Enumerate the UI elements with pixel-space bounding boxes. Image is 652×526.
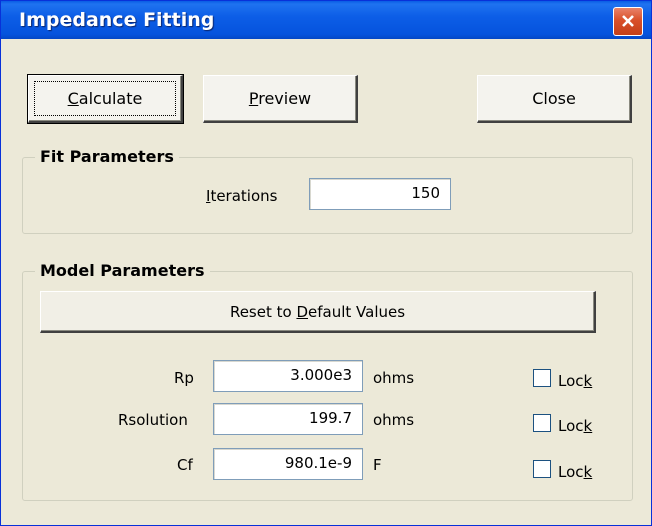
rsolution-label: Rsolution (118, 411, 188, 429)
cf-field[interactable]: 980.1e-9 (213, 448, 363, 480)
window-title: Impedance Fitting (19, 9, 215, 31)
fit-parameters-title: Fit Parameters (35, 147, 179, 166)
cf-label: Cf (177, 456, 193, 474)
rp-lock-label[interactable]: Lock (558, 372, 592, 390)
preview-label: Preview (248, 89, 312, 108)
close-label: Close (532, 89, 576, 108)
cf-lock-label[interactable]: Lock (558, 463, 592, 481)
window-close-button[interactable] (613, 7, 643, 36)
rp-lock-checkbox[interactable] (533, 369, 551, 387)
rsolution-unit: ohms (373, 411, 415, 429)
iterations-label: Iterations (206, 187, 278, 205)
close-button[interactable]: Close (477, 75, 632, 123)
focus-rectangle (34, 81, 176, 116)
preview-button[interactable]: Preview (203, 75, 358, 123)
rp-unit: ohms (373, 369, 415, 387)
reset-label: Reset to Default Values (229, 302, 406, 321)
rsolution-lock-checkbox[interactable] (533, 414, 551, 432)
title-bar[interactable]: Impedance Fitting (1, 1, 651, 39)
calculate-button[interactable]: Calculate (27, 74, 184, 124)
iterations-field[interactable]: 150 (309, 178, 451, 210)
model-parameters-title: Model Parameters (35, 261, 210, 280)
cf-unit: F (373, 456, 382, 474)
rsolution-lock-label[interactable]: Lock (558, 417, 592, 435)
cf-lock-checkbox[interactable] (533, 460, 551, 478)
close-x-icon (622, 15, 634, 27)
rp-field[interactable]: 3.000e3 (213, 360, 363, 392)
reset-default-values-button[interactable]: Reset to Default Values (40, 291, 596, 333)
impedance-fitting-dialog: Impedance Fitting Calculate Preview Clos… (0, 0, 652, 526)
rsolution-field[interactable]: 199.7 (213, 403, 363, 435)
rp-label: Rp (174, 369, 194, 387)
